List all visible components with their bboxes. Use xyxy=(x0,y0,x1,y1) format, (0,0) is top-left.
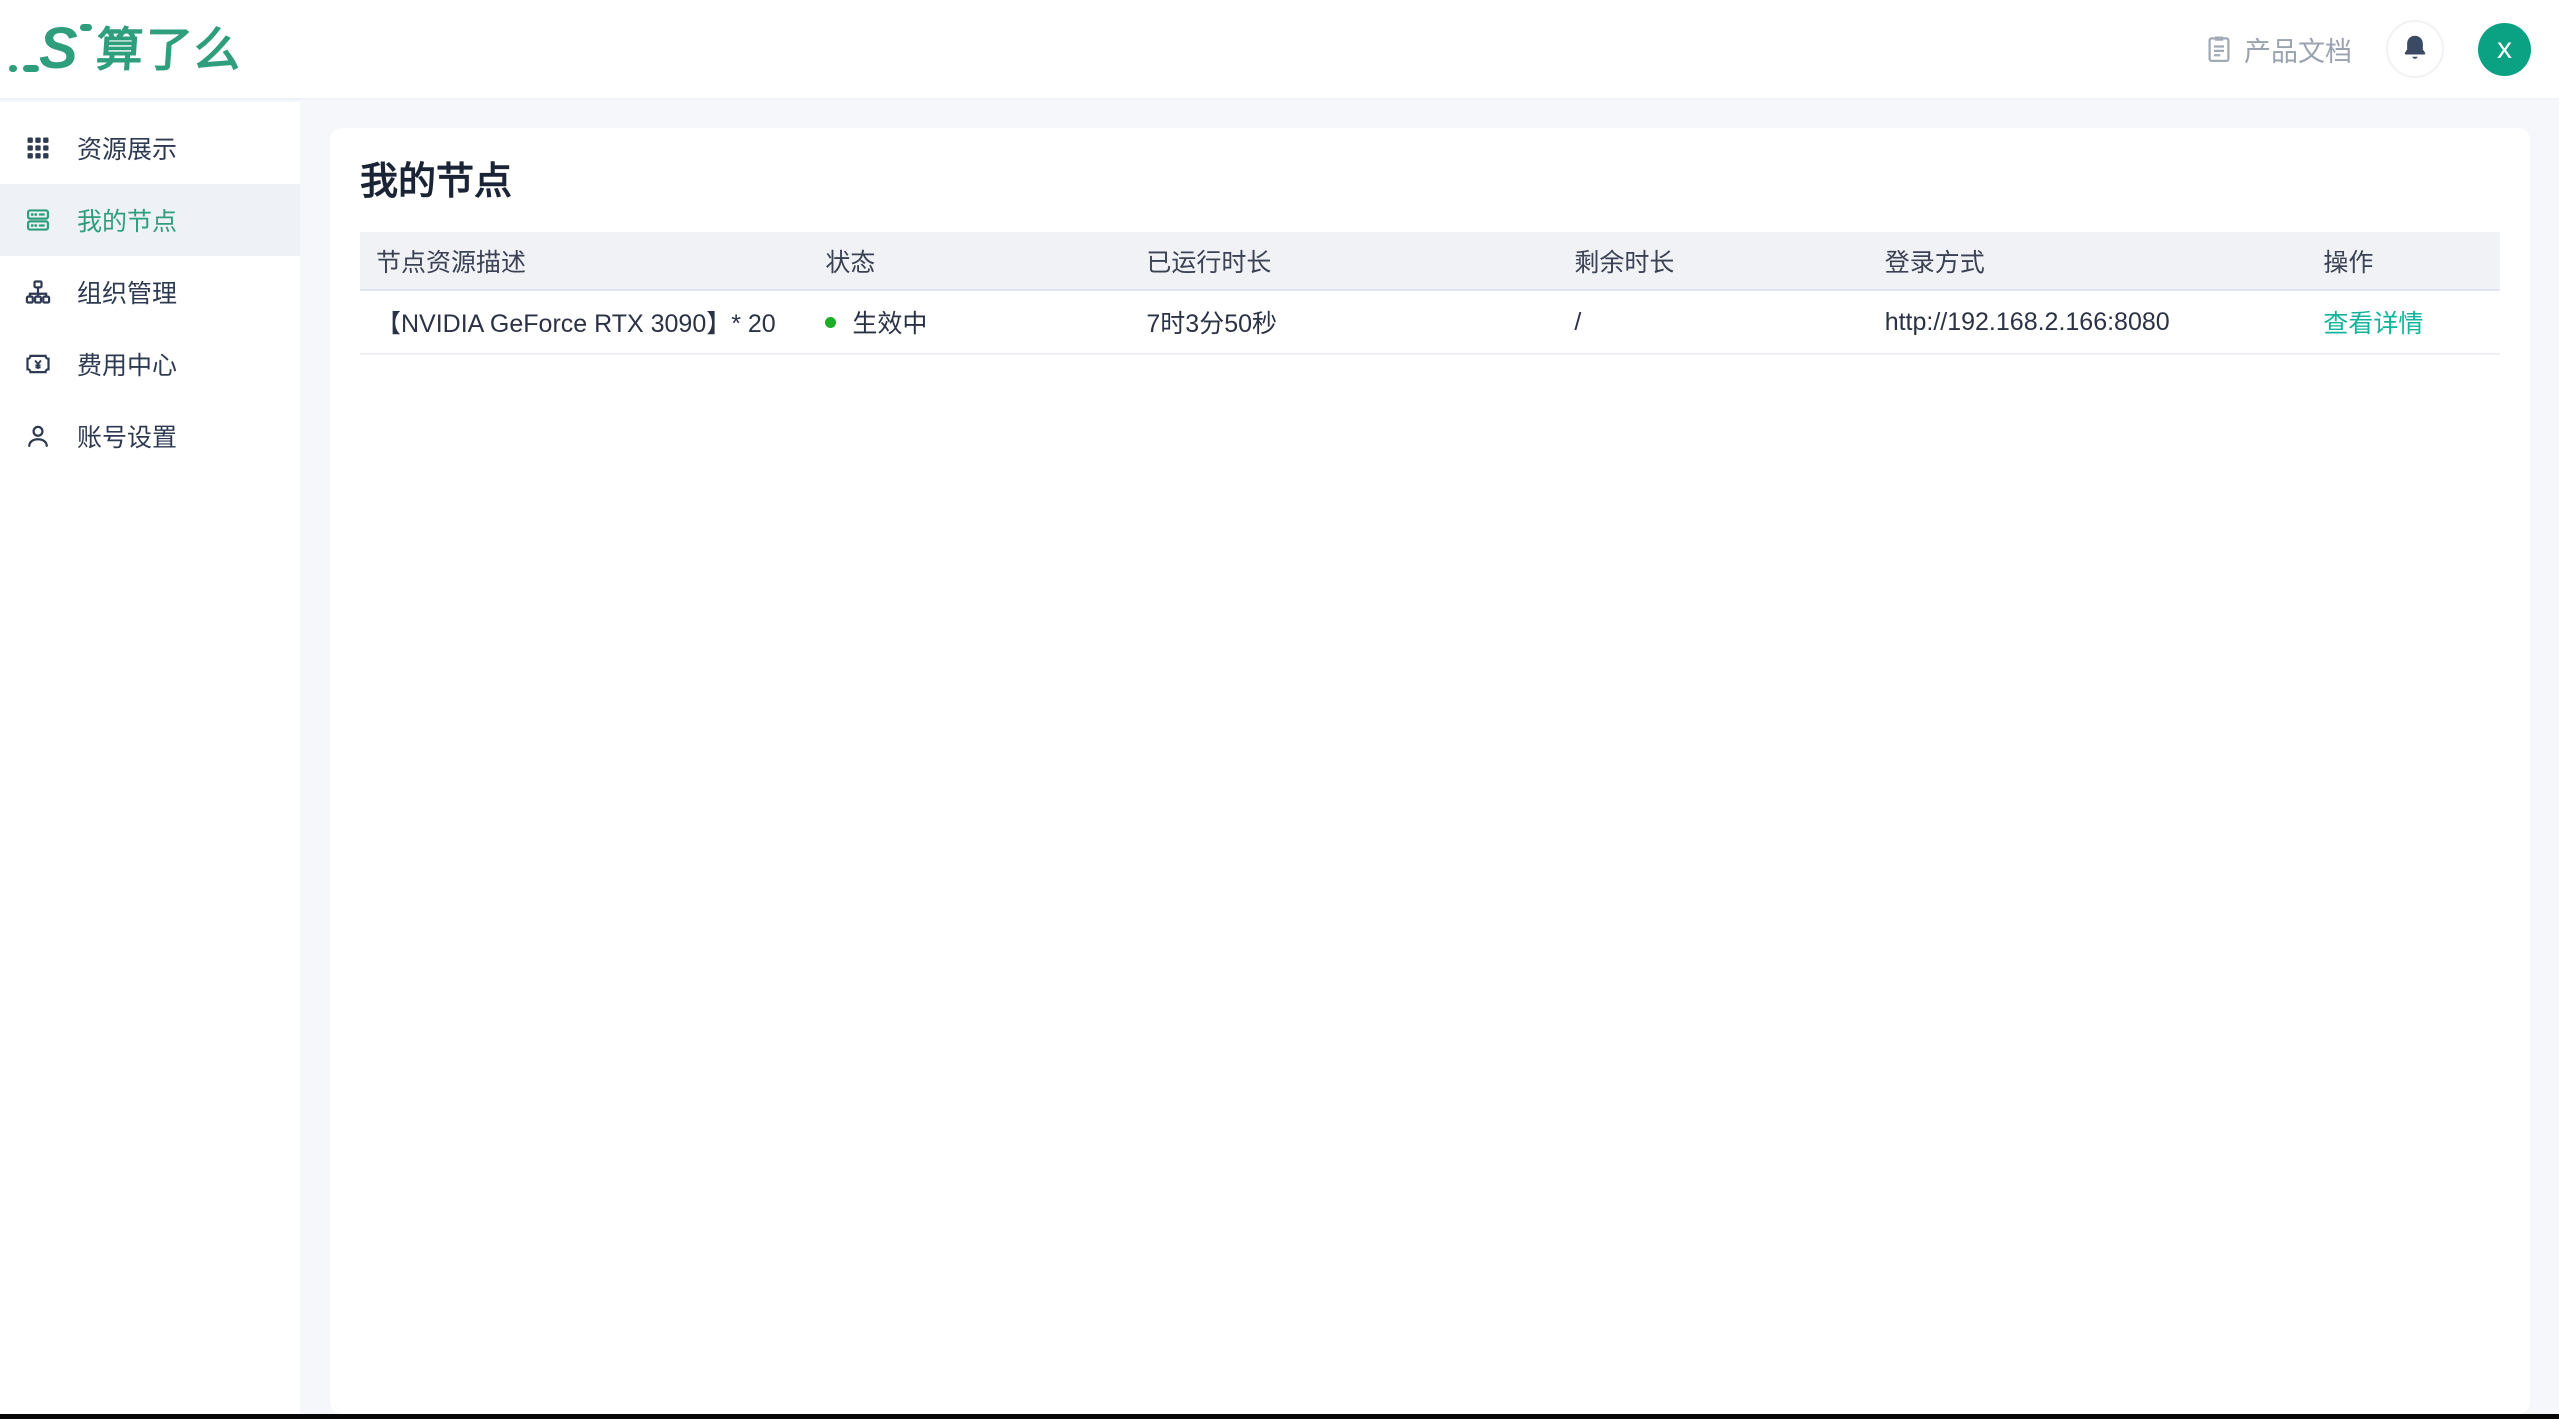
app-logo[interactable]: S 算了么 xyxy=(9,20,245,78)
nodes-card: 我的节点 节点资源描述 状态 已运行时长 剩余时长 登录方式 操作 【NVIDI… xyxy=(330,128,2530,1414)
account-icon xyxy=(23,421,53,451)
app-root: S 算了么 产品文档 x 资源展示 我的节点 组织管理 费用中心 账号设置 我的… xyxy=(0,0,2559,1419)
page-title: 我的节点 xyxy=(360,161,513,203)
column-header-status: 状态 xyxy=(809,232,1131,291)
org-chart-icon xyxy=(23,277,53,307)
sidebar-item-label: 费用中心 xyxy=(77,352,178,380)
logo-speed-dash xyxy=(79,24,92,31)
column-header-resource: 节点资源描述 xyxy=(360,232,810,291)
status-label: 生效中 xyxy=(852,310,928,338)
view-details-link[interactable]: 查看详情 xyxy=(2323,310,2423,338)
server-icon xyxy=(23,205,53,235)
top-bar-actions: 产品文档 x xyxy=(2204,20,2531,78)
node-resource-cell: 【NVIDIA GeForce RTX 3090】* 20 xyxy=(360,290,810,355)
node-remaining-cell: / xyxy=(1558,290,1869,355)
sidebar-item-organization[interactable]: 组织管理 xyxy=(0,256,300,328)
column-header-actions: 操作 xyxy=(2307,232,2500,291)
node-login-cell: http://192.168.2.166:8080 xyxy=(1868,290,2308,355)
bell-icon xyxy=(2399,32,2431,67)
product-docs-label: 产品文档 xyxy=(2244,36,2352,67)
sidebar-item-account[interactable]: 账号设置 xyxy=(0,400,300,472)
logo-s-icon: S xyxy=(9,20,92,78)
top-bar: S 算了么 产品文档 x xyxy=(0,0,2559,100)
main-content: 我的节点 节点资源描述 状态 已运行时长 剩余时长 登录方式 操作 【NVIDI… xyxy=(300,102,2559,1419)
grid-icon xyxy=(23,133,53,163)
column-header-remaining: 剩余时长 xyxy=(1558,232,1869,291)
document-icon xyxy=(2204,34,2234,64)
notifications-button[interactable] xyxy=(2386,20,2444,78)
billing-icon xyxy=(23,349,53,379)
sidebar-item-label: 组织管理 xyxy=(77,280,178,308)
avatar-initial: x xyxy=(2497,32,2512,65)
sidebar-item-label: 资源展示 xyxy=(77,136,178,164)
node-uptime-cell: 7时3分50秒 xyxy=(1130,290,1559,355)
logo-speed-dash xyxy=(23,65,39,72)
node-status-cell: 生效中 xyxy=(809,290,1131,355)
sidebar-item-my-nodes[interactable]: 我的节点 xyxy=(0,184,300,256)
table-header-row: 节点资源描述 状态 已运行时长 剩余时长 登录方式 操作 xyxy=(360,232,2500,291)
column-header-login: 登录方式 xyxy=(1868,232,2308,291)
sidebar-item-label: 我的节点 xyxy=(77,208,178,236)
product-docs-link[interactable]: 产品文档 xyxy=(2204,30,2352,69)
status-dot-icon xyxy=(825,316,837,328)
logo-speed-dash xyxy=(9,65,17,72)
sidebar-item-label: 账号设置 xyxy=(77,424,178,452)
sidebar-item-resources[interactable]: 资源展示 xyxy=(0,112,300,184)
logo-wordmark: 算了么 xyxy=(93,22,245,76)
sidebar-item-billing[interactable]: 费用中心 xyxy=(0,328,300,400)
table-row: 【NVIDIA GeForce RTX 3090】* 20 生效中 7时3分50… xyxy=(360,290,2500,355)
user-avatar[interactable]: x xyxy=(2478,22,2531,76)
node-actions-cell: 查看详情 xyxy=(2307,290,2500,355)
sidebar-nav: 资源展示 我的节点 组织管理 费用中心 账号设置 xyxy=(0,102,300,1419)
body-row: 资源展示 我的节点 组织管理 费用中心 账号设置 我的节点 节点资源描述 状态 … xyxy=(0,102,2559,1419)
bottom-edge-bar xyxy=(0,1414,2559,1419)
column-header-uptime: 已运行时长 xyxy=(1130,232,1559,291)
nodes-table: 节点资源描述 状态 已运行时长 剩余时长 登录方式 操作 【NVIDIA GeF… xyxy=(360,232,2500,355)
